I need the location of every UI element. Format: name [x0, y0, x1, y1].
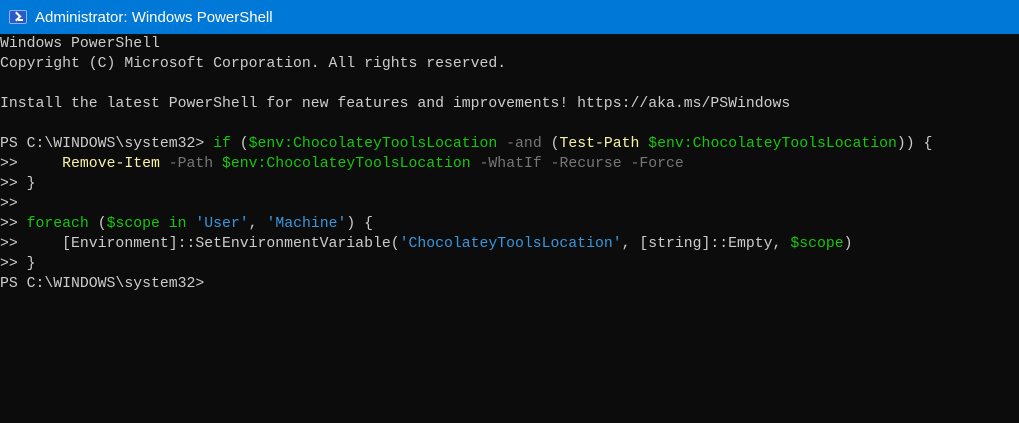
console-token: )) {: [896, 136, 933, 152]
console-line: >> [Environment]::SetEnvironmentVariable…: [0, 234, 1019, 254]
console-token: >> [Environment]::SetEnvironmentVariable…: [0, 236, 400, 252]
console-token: $env:ChocolateyToolsLocation: [648, 136, 897, 152]
console-line: PS C:\WINDOWS\system32> if ($env:Chocola…: [0, 134, 1019, 154]
console-line: Install the latest PowerShell for new fe…: [0, 94, 1019, 114]
console-token: $scope: [790, 236, 844, 252]
console-token: , [string]::Empty,: [621, 236, 791, 252]
console-token: if: [213, 136, 231, 152]
console-token: ,: [248, 216, 267, 232]
console-token: >>: [0, 156, 63, 172]
console-line: >> }: [0, 254, 1019, 274]
console-token: ): [843, 236, 853, 252]
console-line: Copyright (C) Microsoft Corporation. All…: [0, 54, 1019, 74]
console-token: >> }: [0, 256, 36, 272]
console-token: >>: [0, 196, 18, 212]
console-token: 'Machine': [266, 216, 347, 232]
console-token: $env:ChocolateyToolsLocation: [222, 156, 471, 172]
console-token: Test-Path: [559, 136, 640, 152]
console-token: PS C:\WINDOWS\system32>: [0, 136, 214, 152]
console-line: PS C:\WINDOWS\system32>: [0, 274, 1019, 294]
powershell-icon: [9, 10, 27, 24]
console-token: (: [541, 136, 560, 152]
console-token: Remove-Item: [62, 156, 160, 172]
console-token: Windows PowerShell: [0, 36, 160, 52]
console-token: PS C:\WINDOWS\system32>: [0, 276, 205, 292]
window-title: Administrator: Windows PowerShell: [35, 8, 273, 26]
console-token: Copyright (C) Microsoft Corporation. All…: [0, 56, 507, 72]
console-token: foreach: [26, 216, 89, 232]
console-token: -Path: [159, 156, 214, 172]
console-token: (: [88, 216, 107, 232]
console-output[interactable]: Windows PowerShell Copyright (C) Microsof…: [0, 34, 1019, 423]
console-token: [639, 136, 648, 152]
console-token: [213, 156, 222, 172]
console-line: >> Remove-Item -Path $env:ChocolateyTool…: [0, 154, 1019, 174]
console-token: 'User': [195, 216, 249, 232]
console-token: Install the latest PowerShell for new fe…: [0, 96, 791, 112]
console-token: >>: [0, 216, 27, 232]
title-bar[interactable]: Administrator: Windows PowerShell: [0, 0, 1019, 34]
console-token: >> }: [0, 176, 36, 192]
console-line: Windows PowerShell: [0, 34, 1019, 54]
console-token: -and: [497, 136, 542, 152]
console-token: ) {: [346, 216, 373, 232]
console-line: >> }: [0, 174, 1019, 194]
console-token: (: [230, 136, 249, 152]
console-token: $scope: [106, 216, 160, 232]
console-token: $env:ChocolateyToolsLocation: [248, 136, 498, 152]
console-token: -WhatIf -Recurse -Force: [470, 156, 684, 172]
console-line: >> foreach ($scope in 'User', 'Machine')…: [0, 214, 1019, 234]
console-line: >>: [0, 194, 1019, 214]
console-token: in: [159, 216, 187, 232]
console-token: 'ChocolateyToolsLocation': [399, 236, 622, 252]
